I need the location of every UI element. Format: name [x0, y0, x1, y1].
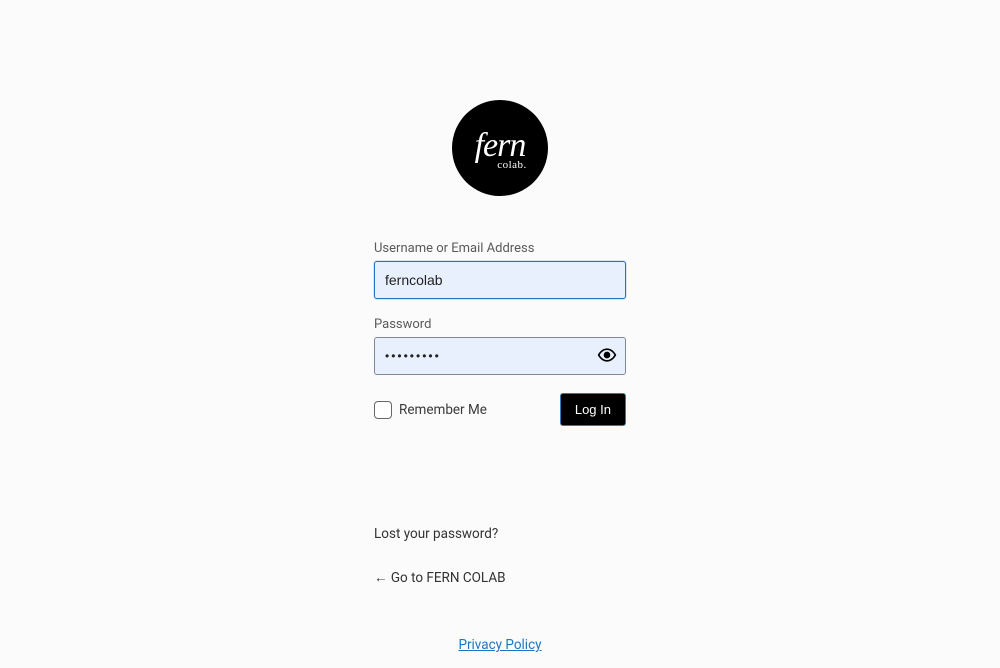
below-form-links: Lost your password? ← Go to FERN COLAB P… — [374, 526, 626, 653]
form-actions-row: Remember Me Log In — [374, 393, 626, 426]
remember-me-checkbox[interactable] — [374, 401, 392, 419]
show-password-button[interactable] — [588, 337, 626, 375]
privacy-row: Privacy Policy — [374, 634, 626, 653]
password-field-group: Password — [374, 317, 626, 375]
username-label: Username or Email Address — [374, 241, 626, 256]
back-to-site-link[interactable]: ← Go to FERN COLAB — [374, 570, 626, 586]
login-form: Username or Email Address Password Remem… — [374, 241, 626, 426]
site-logo[interactable]: fern colab. — [452, 100, 548, 196]
password-label: Password — [374, 317, 626, 332]
username-field-group: Username or Email Address — [374, 241, 626, 299]
logo-circle: fern colab. — [452, 100, 548, 196]
lost-password-link[interactable]: Lost your password? — [374, 526, 626, 542]
remember-me-wrap: Remember Me — [374, 401, 487, 419]
logo-sub-text: colab. — [497, 159, 527, 171]
eye-icon — [597, 345, 617, 368]
privacy-policy-link[interactable]: Privacy Policy — [458, 637, 541, 653]
login-button[interactable]: Log In — [560, 393, 626, 426]
logo-main-text: fern — [475, 129, 526, 163]
remember-me-label: Remember Me — [399, 402, 487, 418]
password-input-wrap — [374, 337, 626, 375]
username-input[interactable] — [374, 261, 626, 299]
